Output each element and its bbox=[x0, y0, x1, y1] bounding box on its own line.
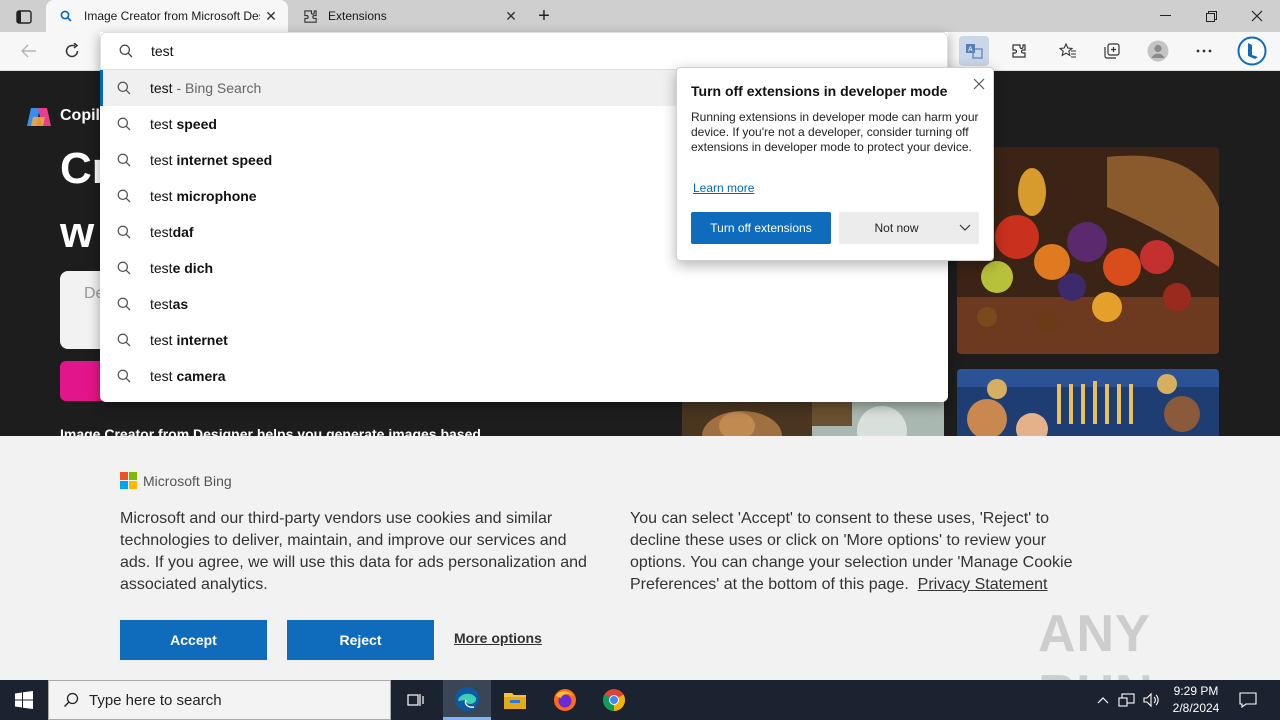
microsoft-bing-logo: Microsoft Bing bbox=[120, 472, 232, 489]
cookie-text-left: Microsoft and our third-party vendors us… bbox=[120, 510, 587, 593]
search-icon bbox=[119, 44, 137, 58]
file-explorer-icon[interactable] bbox=[491, 680, 539, 720]
not-now-button[interactable]: Not now bbox=[839, 212, 979, 244]
back-button[interactable] bbox=[14, 36, 44, 66]
more-options-link[interactable]: More options bbox=[454, 630, 542, 646]
hanukkah-image[interactable] bbox=[957, 369, 1219, 436]
reject-button[interactable]: Reject bbox=[287, 620, 434, 660]
volume-icon[interactable] bbox=[1140, 680, 1162, 720]
popup-body: Running extensions in developer mode can… bbox=[691, 110, 979, 154]
suggestion-text: test - Bing Search bbox=[150, 80, 262, 96]
minimize-button[interactable] bbox=[1142, 0, 1188, 32]
popup-title: Turn off extensions in developer mode bbox=[691, 83, 948, 99]
search-icon bbox=[117, 333, 135, 347]
cookie-text-right: You can select 'Accept' to consent to th… bbox=[630, 510, 1073, 593]
developer-mode-popup: Turn off extensions in developer mode Ru… bbox=[676, 67, 994, 261]
suggestion-text: test internet bbox=[150, 332, 228, 348]
tab-extensions[interactable]: Extensions ✕ bbox=[290, 0, 528, 32]
search-icon bbox=[117, 369, 135, 383]
suggestion-item[interactable]: test internet bbox=[100, 322, 948, 358]
search-icon bbox=[117, 225, 135, 239]
suggestion-item[interactable]: testas bbox=[100, 286, 948, 322]
restore-button[interactable] bbox=[1188, 0, 1234, 32]
accept-button[interactable]: Accept bbox=[120, 620, 267, 660]
suggestion-text: teste dich bbox=[150, 260, 214, 276]
refresh-button[interactable] bbox=[57, 36, 87, 66]
firefox-icon[interactable] bbox=[541, 680, 589, 720]
search-icon bbox=[117, 81, 135, 95]
suggestion-text: test camera bbox=[150, 368, 226, 384]
suggestion-text: test speed bbox=[150, 116, 217, 132]
search-icon bbox=[58, 8, 74, 24]
svg-text:A: A bbox=[968, 47, 973, 54]
learn-more-link[interactable]: Learn more bbox=[693, 181, 754, 195]
more-options-icon[interactable] bbox=[1189, 36, 1219, 66]
profile-avatar-icon[interactable] bbox=[1143, 36, 1173, 66]
search-icon bbox=[117, 117, 135, 131]
address-bar[interactable] bbox=[100, 32, 948, 70]
edge-taskbar-icon[interactable] bbox=[443, 680, 491, 720]
notifications-icon[interactable] bbox=[1234, 680, 1262, 720]
bear-image[interactable] bbox=[682, 401, 944, 436]
cookie-consent-banner: Microsoft Bing Microsoft and our third-p… bbox=[0, 436, 1280, 720]
bing-copilot-icon[interactable] bbox=[1236, 35, 1268, 67]
favorites-icon[interactable] bbox=[1053, 36, 1083, 66]
suggestion-text: test internet speed bbox=[150, 152, 273, 168]
new-tab-button[interactable]: + bbox=[532, 5, 556, 27]
collections-icon[interactable] bbox=[1097, 36, 1127, 66]
suggestion-item[interactable]: test camera bbox=[100, 358, 948, 394]
address-input[interactable] bbox=[151, 43, 751, 59]
puzzle-icon bbox=[302, 8, 318, 24]
search-icon bbox=[117, 189, 135, 203]
chrome-icon[interactable] bbox=[590, 680, 638, 720]
chevron-down-icon[interactable] bbox=[954, 224, 976, 232]
show-hidden-icons-icon[interactable] bbox=[1094, 680, 1112, 720]
microsoft-logo-icon bbox=[120, 472, 137, 489]
taskbar-search[interactable]: Type here to search bbox=[48, 680, 391, 720]
turn-off-extensions-button[interactable]: Turn off extensions bbox=[691, 212, 831, 244]
suggestion-text: testas bbox=[150, 296, 189, 312]
translate-icon[interactable]: A bbox=[959, 36, 989, 66]
start-button[interactable] bbox=[0, 680, 48, 720]
tab-title: Extensions bbox=[328, 9, 387, 23]
suggestion-text: testdaf bbox=[150, 224, 194, 240]
search-icon bbox=[117, 261, 135, 275]
tab-title: Image Creator from Microsoft Designer bbox=[84, 9, 260, 23]
suggestion-text: test microphone bbox=[150, 188, 257, 204]
cornucopia-image[interactable] bbox=[957, 147, 1219, 354]
extensions-icon[interactable] bbox=[1004, 36, 1034, 66]
search-icon bbox=[63, 692, 79, 708]
search-icon bbox=[117, 153, 135, 167]
network-icon[interactable] bbox=[1116, 680, 1138, 720]
tab-strip: Image Creator from Microsoft Designer ✕ … bbox=[0, 0, 1280, 32]
tab-image-creator[interactable]: Image Creator from Microsoft Designer ✕ bbox=[46, 0, 288, 32]
task-view-icon[interactable] bbox=[392, 680, 440, 720]
copilot-logo-icon bbox=[26, 105, 52, 129]
search-icon bbox=[117, 297, 135, 311]
close-icon[interactable] bbox=[968, 73, 990, 95]
windows-taskbar: Type here to search 9:29 PM 2/8/2024 bbox=[0, 680, 1280, 720]
close-window-button[interactable] bbox=[1234, 0, 1280, 32]
close-tab-icon[interactable]: ✕ bbox=[500, 5, 522, 27]
close-tab-icon[interactable]: ✕ bbox=[260, 5, 282, 27]
tab-actions-icon[interactable] bbox=[10, 6, 38, 28]
copilot-brand[interactable]: Copil bbox=[60, 107, 100, 125]
not-now-label: Not now bbox=[874, 221, 919, 235]
privacy-statement-link[interactable]: Privacy Statement bbox=[918, 576, 1048, 593]
page-description: Image Creator from Designer helps you ge… bbox=[60, 426, 481, 436]
taskbar-clock[interactable]: 9:29 PM 2/8/2024 bbox=[1168, 683, 1224, 717]
